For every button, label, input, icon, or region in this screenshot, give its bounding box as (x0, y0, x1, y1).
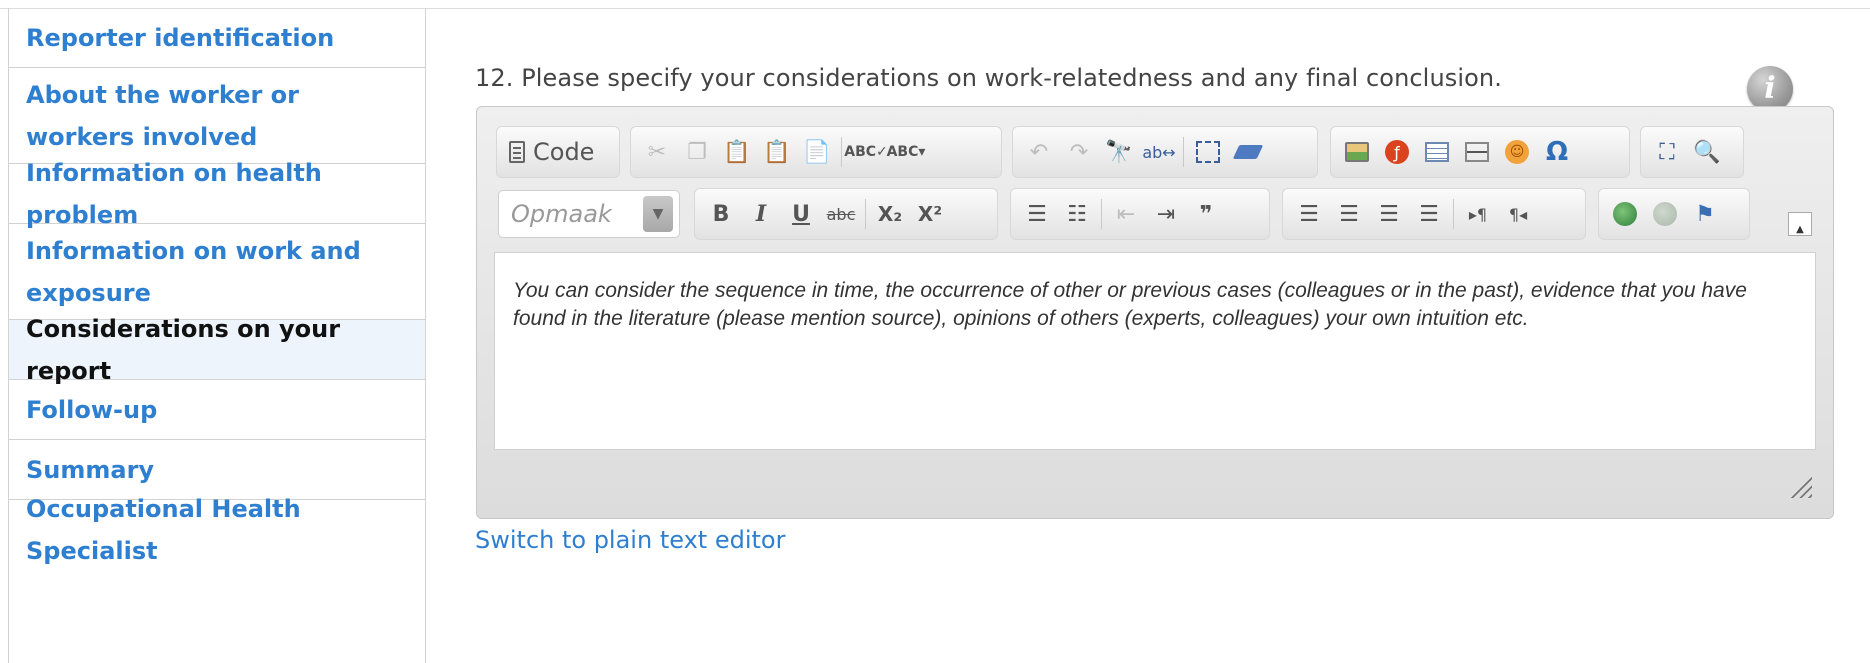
special-char-icon[interactable]: Ω (1537, 132, 1577, 172)
smiley-icon[interactable]: ☺ (1497, 132, 1537, 172)
sidebar-item-label: Information on work and exposure (26, 236, 361, 307)
blockquote-icon[interactable]: ❞ (1186, 194, 1226, 234)
image-icon[interactable] (1337, 132, 1377, 172)
bullet-list-icon[interactable]: ☷ (1057, 194, 1097, 234)
anchor-icon[interactable]: ⚑ (1685, 194, 1725, 234)
rtl-icon[interactable]: ¶◂ (1498, 194, 1538, 234)
select-all-icon[interactable] (1188, 132, 1228, 172)
sidebar-item-label: Information on health problem (26, 158, 322, 229)
toolbar-collapse-button[interactable]: ▲ (1788, 212, 1812, 236)
outdent-icon[interactable]: ⇤ (1106, 194, 1146, 234)
toolbar-separator (1101, 199, 1102, 229)
superscript-icon[interactable]: X² (910, 194, 950, 234)
cut-icon[interactable]: ✂ (637, 132, 677, 172)
preview-icon[interactable]: 🔍 (1687, 132, 1727, 172)
remove-format-icon[interactable] (1228, 132, 1268, 172)
format-dropdown-label: Opmaak (511, 200, 612, 228)
sidebar-item-label: Reporter identification (26, 23, 335, 52)
unlink-icon[interactable] (1645, 194, 1685, 234)
table-icon[interactable] (1417, 132, 1457, 172)
link-icon[interactable] (1605, 194, 1645, 234)
maximize-icon[interactable]: ⛶ (1647, 132, 1687, 172)
subscript-icon[interactable]: X₂ (870, 194, 910, 234)
align-left-icon[interactable]: ☰ (1289, 194, 1329, 234)
toolbar-separator (1453, 199, 1454, 229)
underline-icon[interactable]: U (781, 194, 821, 234)
toolbar-group-insert: ƒ ☺ Ω (1330, 126, 1630, 178)
toolbar-group-basic-styles: B I U abc X₂ X² (694, 188, 998, 240)
bold-icon[interactable]: B (701, 194, 741, 234)
toolbar-separator (1183, 137, 1184, 167)
switch-plain-text-link[interactable]: Switch to plain text editor (475, 526, 785, 554)
toolbar-group-align: ☰ ☰ ☰ ☰ ▸¶ ¶◂ (1282, 188, 1586, 240)
source-icon (509, 141, 525, 163)
toolbar-group-view: ⛶ 🔍 (1640, 126, 1744, 178)
sidebar-item-considerations[interactable]: Considerations on your report (9, 315, 425, 385)
toolbar-group-code: Code (496, 126, 620, 178)
sidebar-item-about-worker[interactable]: About the worker or workers involved (9, 68, 425, 164)
sidebar-item-label: Follow-up (26, 395, 158, 424)
sidebar-item-label: About the worker or workers involved (26, 80, 299, 151)
sidebar-item-label: Considerations on your report (26, 314, 341, 385)
numbered-list-icon[interactable]: ☰ (1017, 194, 1057, 234)
toolbar-separator (865, 199, 866, 229)
sidebar-item-reporter-identification[interactable]: Reporter identification (9, 8, 425, 68)
code-button[interactable]: Code (503, 138, 600, 166)
ltr-icon[interactable]: ▸¶ (1458, 194, 1498, 234)
sidebar-item-label: Occupational Health Specialist (26, 495, 301, 565)
italic-icon[interactable]: I (741, 194, 781, 234)
undo-icon[interactable]: ↶ (1019, 132, 1059, 172)
align-center-icon[interactable]: ☰ (1329, 194, 1369, 234)
toolbar-separator (841, 137, 842, 167)
spellcheck-icon[interactable]: ABC✓ (844, 132, 888, 172)
spellcheck-menu-icon[interactable]: ABC▾ (886, 132, 926, 172)
find-icon[interactable]: 🔭 (1099, 132, 1139, 172)
format-dropdown[interactable]: Opmaak ▼ (498, 190, 680, 238)
editor-content-area[interactable]: You can consider the sequence in time, t… (494, 252, 1816, 450)
paste-icon[interactable]: 📋 (717, 132, 757, 172)
flash-icon[interactable]: ƒ (1377, 132, 1417, 172)
paste-word-icon[interactable]: 📄 (797, 132, 837, 172)
sidebar-item-work-exposure[interactable]: Information on work and exposure (9, 224, 425, 320)
copy-icon[interactable]: ❐ (677, 132, 717, 172)
sidebar-item-health-problem[interactable]: Information on health problem (9, 159, 425, 229)
indent-icon[interactable]: ⇥ (1146, 194, 1186, 234)
redo-icon[interactable]: ↷ (1059, 132, 1099, 172)
chevron-down-icon: ▼ (643, 196, 673, 232)
strike-icon[interactable]: abc (821, 194, 861, 234)
toolbar-group-paragraph: ☰ ☷ ⇤ ⇥ ❞ (1010, 188, 1270, 240)
toolbar-group-links: ⚑ (1598, 188, 1750, 240)
code-button-label: Code (533, 138, 595, 166)
question-label: 12. Please specify your considerations o… (475, 64, 1502, 92)
sidebar-item-occupational-health-specialist[interactable]: Occupational Health Specialist (9, 495, 425, 565)
sidebar-item-label: Summary (26, 455, 155, 484)
paste-text-icon[interactable]: 📋 (757, 132, 797, 172)
replace-icon[interactable]: ab↔ (1139, 132, 1179, 172)
sidebar-nav: Reporter identification About the worker… (8, 8, 426, 663)
justify-icon[interactable]: ☰ (1409, 194, 1449, 234)
align-right-icon[interactable]: ☰ (1369, 194, 1409, 234)
toolbar-group-editing: ↶ ↷ 🔭 ab↔ (1012, 126, 1318, 178)
toolbar-group-clipboard: ✂ ❐ 📋 📋 📄 ABC✓ ABC▾ (630, 126, 1002, 178)
horizontal-rule-icon[interactable] (1457, 132, 1497, 172)
